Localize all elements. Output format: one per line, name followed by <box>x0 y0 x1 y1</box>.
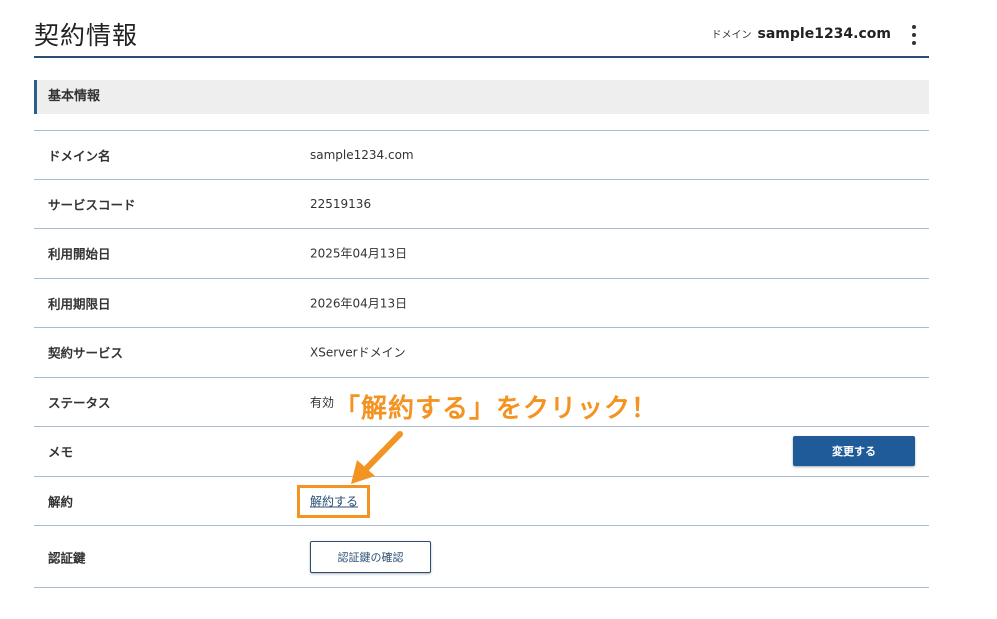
row-value: 2025年04月13日 <box>310 246 408 261</box>
cancel-link[interactable]: 解約する <box>310 492 358 509</box>
row-cancel: 解約 解約する <box>34 477 929 526</box>
row-value: sample1234.com <box>310 147 414 162</box>
row-label: 契約サービス <box>48 345 124 361</box>
row-label: ステータス <box>48 395 111 411</box>
row-value: 2026年04月13日 <box>310 296 408 311</box>
row-memo: メモ 変更する <box>34 427 929 477</box>
page-header: 契約情報 ドメイン sample1234.com <box>34 0 929 58</box>
annotation-callout: 「解約する」をクリック！ <box>334 394 659 424</box>
row-label: ドメイン名 <box>48 148 111 164</box>
row-service-code: サービスコード 22519136 <box>34 180 929 229</box>
row-auth-key: 認証鍵 認証鍵の確認 <box>34 526 929 588</box>
current-domain: ドメイン sample1234.com <box>712 26 891 42</box>
kebab-menu-icon[interactable] <box>909 25 919 45</box>
info-table: ドメイン名 sample1234.com サービスコード 22519136 利用… <box>34 130 929 588</box>
kebab-dot <box>912 33 916 37</box>
page-title: 契約情報 <box>34 21 139 50</box>
kebab-dot <box>912 41 916 45</box>
row-value: XServerドメイン <box>310 345 406 360</box>
annotation-arrow-icon <box>351 431 403 484</box>
kebab-dot <box>912 25 916 29</box>
row-value: 22519136 <box>310 196 372 211</box>
row-contract-service: 契約サービス XServerドメイン <box>34 328 929 378</box>
edit-memo-button[interactable]: 変更する <box>793 436 915 467</box>
status-value: 有効 <box>310 395 335 410</box>
domain-label: ドメイン <box>711 30 752 41</box>
domain-value: sample1234.com <box>757 26 891 42</box>
row-label: メモ <box>48 444 74 460</box>
row-label: 利用開始日 <box>48 246 111 262</box>
row-start-date: 利用開始日 2025年04月13日 <box>34 229 929 279</box>
section-title: 基本情報 <box>34 80 929 114</box>
row-end-date: 利用期限日 2026年04月13日 <box>34 279 929 328</box>
row-label: 解約 <box>48 494 74 510</box>
check-auth-key-button[interactable]: 認証鍵の確認 <box>310 540 431 573</box>
row-label: 利用期限日 <box>48 296 111 312</box>
row-domain-name: ドメイン名 sample1234.com <box>34 130 929 180</box>
row-label: 認証鍵 <box>48 550 86 565</box>
row-label: サービスコード <box>48 197 136 213</box>
